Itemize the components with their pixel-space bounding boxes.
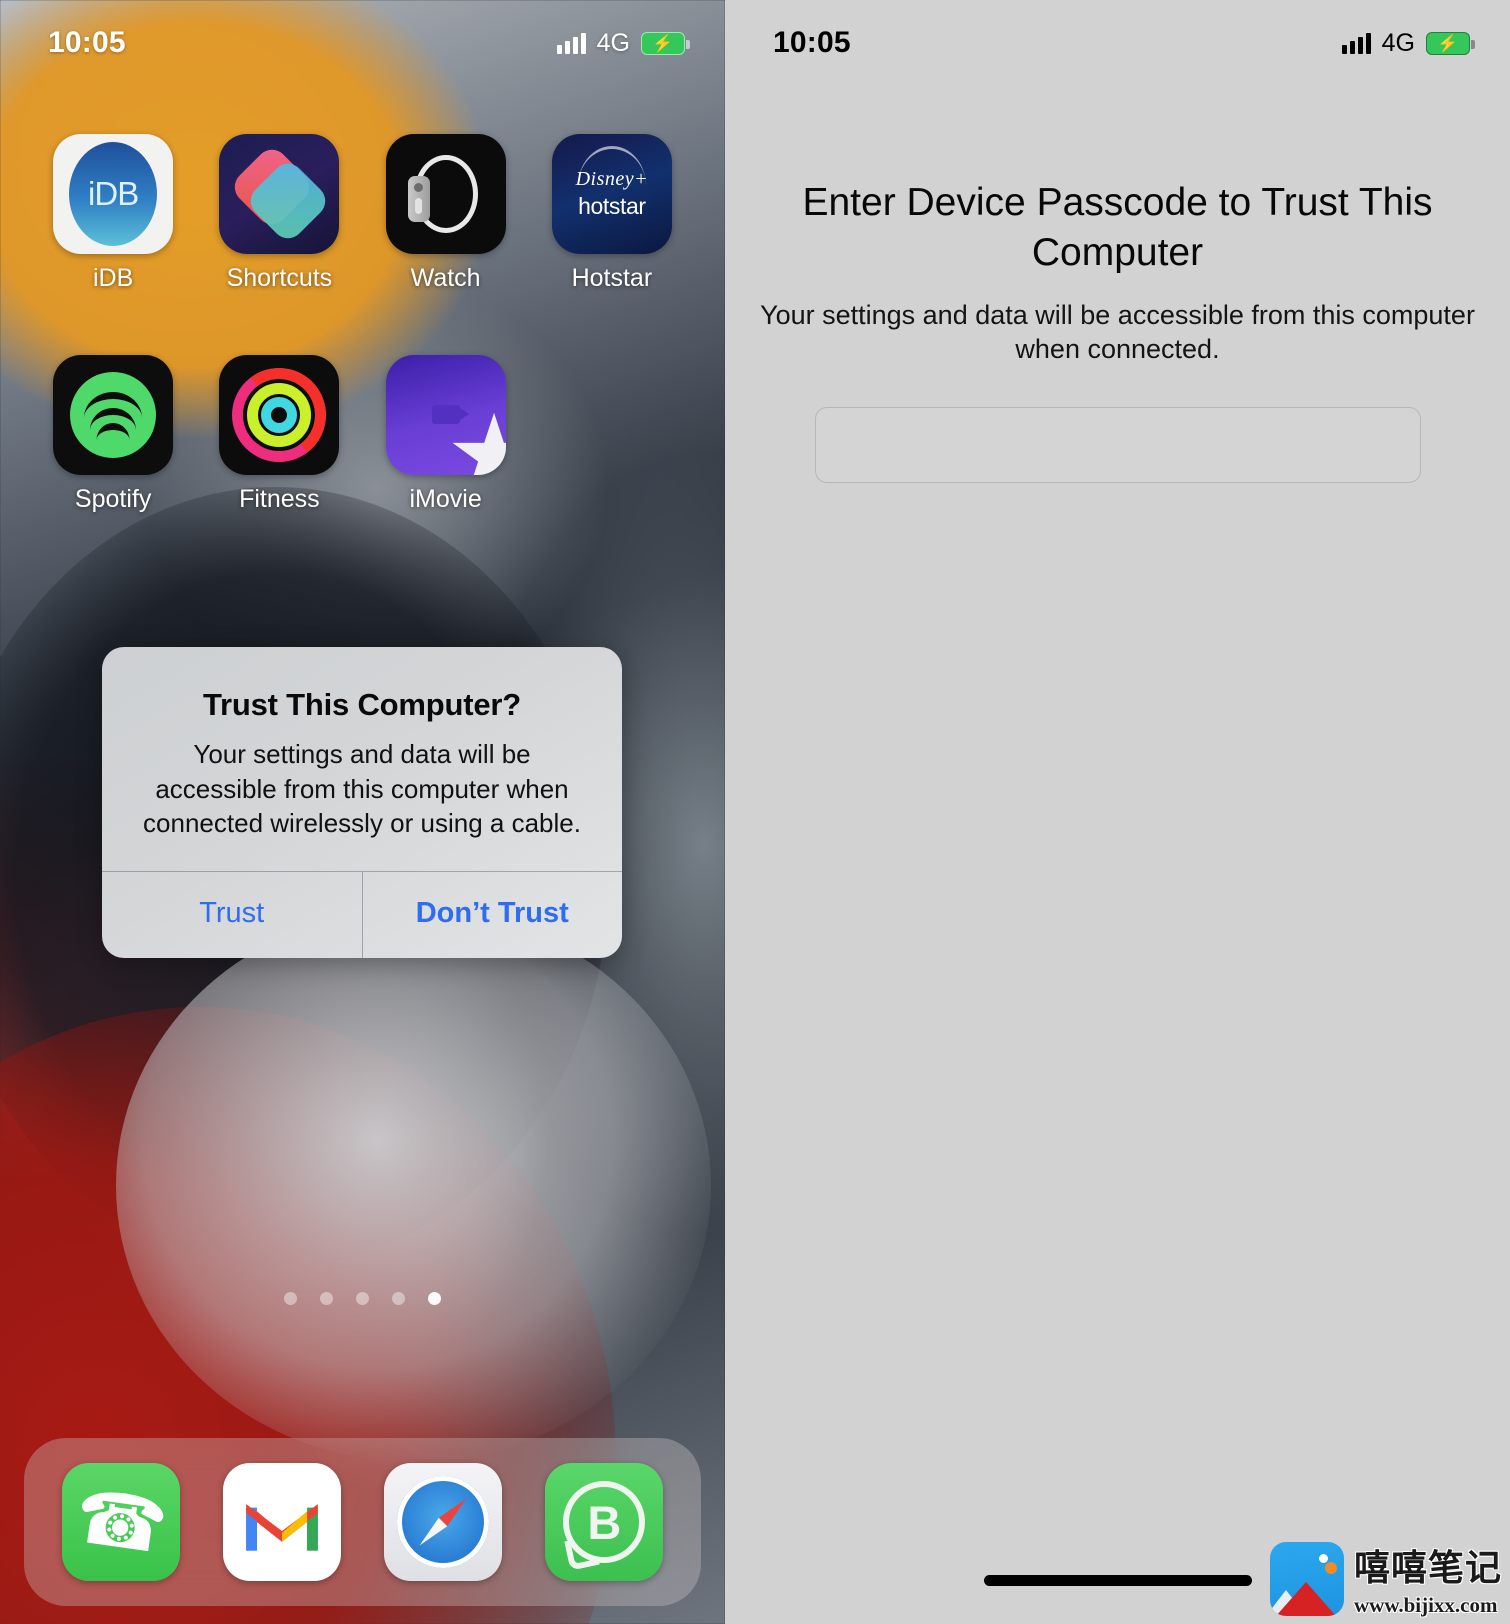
safari-app-icon[interactable]	[384, 1463, 503, 1581]
page-dot-3[interactable]	[356, 1292, 369, 1305]
status-time: 10:05	[48, 26, 126, 59]
dont-trust-button[interactable]: Don’t Trust	[363, 872, 623, 958]
alert-body: Trust This Computer? Your settings and d…	[102, 647, 622, 871]
logo-dot-white	[1318, 1553, 1328, 1563]
watermark-text: 嘻嘻笔记 www.bijixx.com	[1354, 1539, 1502, 1618]
app-slot-empty	[529, 355, 695, 514]
safari-compass-dial	[397, 1476, 490, 1568]
whatsapp-business-b-glyph: B	[587, 1495, 622, 1549]
passcode-input[interactable]	[814, 406, 1421, 483]
imovie-camera-icon	[431, 405, 469, 424]
app-label: Fitness	[239, 485, 320, 513]
status-indicators: 4G ⚡	[556, 28, 690, 58]
logo-dot-orange	[1324, 1561, 1337, 1574]
whatsapp-business-app-icon[interactable]: B	[545, 1463, 664, 1581]
charging-bolt-icon: ⚡	[652, 33, 674, 53]
left-phone-screen: 10:05 4G ⚡ iDB iDB Shortcuts Watch Disne…	[0, 0, 725, 1624]
network-type-label: 4G	[1381, 28, 1415, 57]
alert-title: Trust This Computer?	[202, 687, 522, 722]
idb-icon-text: iDB	[88, 175, 139, 212]
battery-charging-icon: ⚡	[1426, 31, 1475, 55]
app-idb[interactable]: iDB iDB	[30, 134, 196, 293]
app-shortcuts[interactable]: Shortcuts	[196, 134, 362, 293]
watch-band-ring	[407, 155, 478, 233]
status-indicators: 4G ⚡	[1341, 28, 1475, 58]
left-status-bar: 10:05 4G ⚡	[0, 0, 725, 86]
passcode-prompt: Enter Device Passcode to Trust This Comp…	[725, 178, 1510, 483]
signal-bars-icon	[556, 32, 586, 54]
page-dot-5-active[interactable]	[428, 1292, 441, 1305]
logo-red-peak	[1275, 1581, 1336, 1616]
whatsapp-bubble: B	[563, 1481, 646, 1563]
watch-app-icon[interactable]	[385, 134, 506, 254]
app-imovie[interactable]: ★ iMovie	[363, 355, 529, 514]
charging-bolt-icon: ⚡	[1437, 33, 1459, 53]
app-label: iMovie	[409, 485, 482, 513]
app-fitness[interactable]: Fitness	[196, 355, 362, 514]
imovie-app-icon[interactable]: ★	[385, 355, 506, 475]
alert-button-row: Trust Don’t Trust	[102, 870, 623, 958]
page-dot-1[interactable]	[284, 1292, 297, 1305]
dock: ☎ B	[24, 1438, 701, 1606]
gmail-m-icon	[246, 1504, 318, 1551]
trust-computer-alert: Trust This Computer? Your settings and d…	[102, 647, 622, 958]
app-watch[interactable]: Watch	[363, 134, 529, 293]
home-screen-app-grid: iDB iDB Shortcuts Watch Disney+ hotstar …	[0, 134, 725, 514]
gmail-app-icon[interactable]	[222, 1463, 341, 1581]
app-label: Watch	[410, 264, 481, 292]
hotstar-app-icon[interactable]: Disney+ hotstar	[551, 134, 672, 254]
page-dot-4[interactable]	[392, 1292, 405, 1305]
alert-message: Your settings and data will be accessibl…	[143, 739, 581, 839]
app-row-2: Spotify Fitness ★ iMovie	[30, 355, 695, 514]
bijixx-logo-icon	[1269, 1541, 1344, 1616]
page-dot-2[interactable]	[320, 1292, 333, 1305]
app-row-1: iDB iDB Shortcuts Watch Disney+ hotstar …	[30, 134, 695, 293]
home-indicator-bar[interactable]	[983, 1575, 1252, 1586]
spotify-circle	[70, 372, 157, 458]
right-phone-screen: 10:05 4G ⚡ Enter Device Passcode to Trus…	[725, 0, 1510, 1624]
idb-app-icon[interactable]: iDB	[53, 134, 174, 254]
phone-app-icon[interactable]: ☎	[61, 1463, 180, 1581]
watermark-url: www.bijixx.com	[1353, 1593, 1498, 1617]
wallpaper-gray-blob	[116, 909, 711, 1462]
fitness-app-icon[interactable]	[219, 355, 340, 475]
phone-handset-glyph: ☎	[69, 1473, 173, 1570]
watch-case	[407, 176, 430, 222]
hotstar-wordmark: hotstar	[578, 193, 646, 219]
shortcuts-app-icon[interactable]	[219, 134, 340, 254]
app-label: Spotify	[74, 485, 152, 513]
watermark: 嘻嘻笔记 www.bijixx.com	[1269, 1539, 1502, 1618]
signal-bars-icon	[1341, 32, 1371, 54]
watermark-brand: 嘻嘻笔记	[1353, 1548, 1502, 1589]
right-status-bar: 10:05 4G ⚡	[725, 0, 1510, 86]
passcode-title: Enter Device Passcode to Trust This Comp…	[802, 181, 1433, 274]
trust-button[interactable]: Trust	[102, 872, 362, 958]
status-time: 10:05	[773, 26, 851, 59]
passcode-subtitle: Your settings and data will be accessibl…	[760, 299, 1475, 365]
app-label: Shortcuts	[226, 264, 333, 292]
hotstar-arc	[577, 146, 646, 186]
app-hotstar[interactable]: Disney+ hotstar Hotstar	[529, 134, 695, 293]
page-dots[interactable]	[0, 1292, 725, 1305]
app-spotify[interactable]: Spotify	[30, 355, 196, 514]
battery-charging-icon: ⚡	[641, 31, 690, 55]
spotify-app-icon[interactable]	[53, 355, 174, 475]
screenshot-root: 10:05 4G ⚡ iDB iDB Shortcuts Watch Disne…	[0, 0, 1510, 1624]
app-label: iDB	[92, 264, 134, 292]
app-label: Hotstar	[571, 264, 653, 292]
idb-icon-oval: iDB	[69, 142, 158, 246]
network-type-label: 4G	[596, 28, 630, 57]
